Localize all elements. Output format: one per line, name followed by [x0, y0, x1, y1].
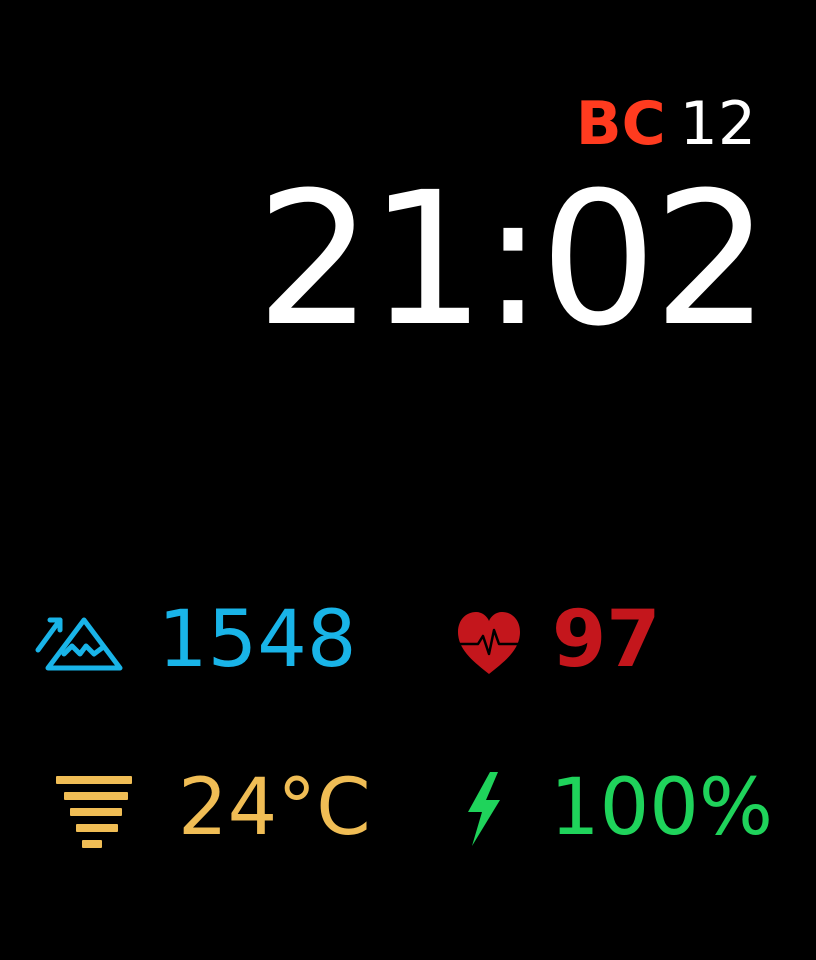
- mountain-elevation-icon: [34, 610, 124, 674]
- date-complication[interactable]: BC 12: [576, 90, 756, 158]
- heart-rate-value[interactable]: 97: [552, 600, 661, 680]
- lightning-bolt-icon: [460, 772, 506, 846]
- elevation-value[interactable]: 1548: [158, 600, 357, 680]
- temperature-value[interactable]: 24°C: [178, 768, 371, 848]
- date-era: BC: [575, 89, 666, 159]
- time-display: 21:02: [255, 153, 770, 367]
- date-day: 12: [679, 89, 756, 159]
- battery-value[interactable]: 100%: [550, 768, 773, 848]
- heart-rate-icon: [454, 610, 524, 676]
- weather-haze-icon: [56, 776, 132, 848]
